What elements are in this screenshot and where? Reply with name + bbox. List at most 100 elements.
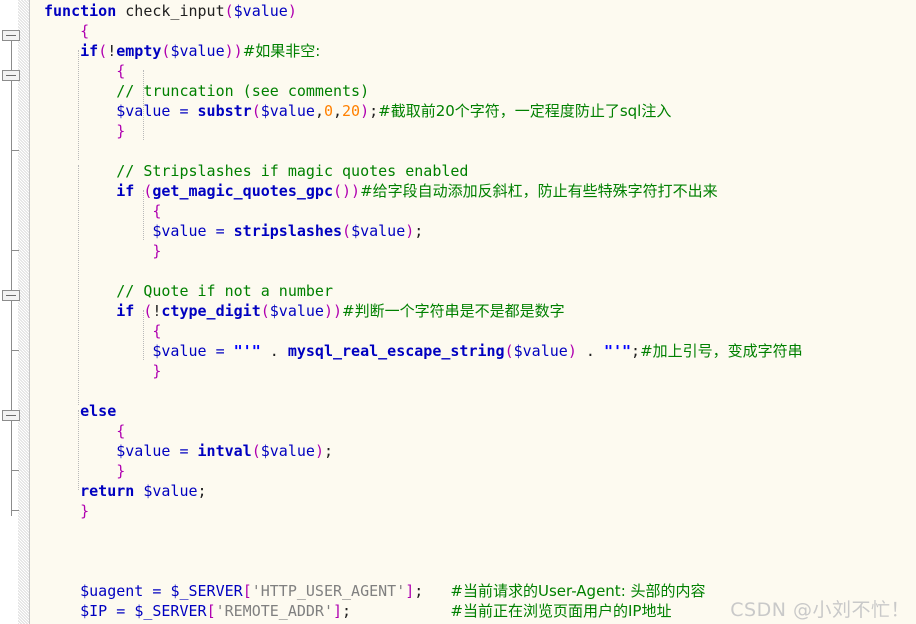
fold-gutter (0, 0, 30, 624)
fold-marker-if-ctype[interactable] (2, 410, 20, 421)
code-line: } (30, 241, 916, 261)
token-comment-cn: #加上引号，变成字符串 (640, 342, 803, 360)
token-comment: // truncation (see comments) (44, 82, 370, 100)
fold-spine (11, 356, 12, 416)
token-variable-assign: $value = (44, 222, 234, 240)
token-comma: , (314, 102, 324, 120)
code-line: $value = stripslashes($value); (30, 221, 916, 241)
token-keyword-if: if (44, 302, 144, 320)
token-bracket: [ (206, 602, 216, 620)
token-string: "'" (603, 342, 632, 360)
code-line: $value = substr($value,0,20);#截取前20个字符，一… (30, 101, 916, 121)
code-line: { (30, 321, 916, 341)
token-concat: . (260, 342, 288, 360)
token-function-name: check_input (116, 2, 225, 20)
token-bracket: ] (333, 602, 343, 620)
token-paren: ) (287, 2, 297, 20)
code-line: } (30, 121, 916, 141)
code-line: if (get_magic_quotes_gpc())#给字段自动添加反斜杠，防… (30, 181, 916, 201)
code-line: // Stripslashes if magic quotes enabled (30, 161, 916, 181)
code-line: $IP = $_SERVER['REMOTE_ADDR']; #当前正在浏览页面… (30, 601, 916, 621)
code-line: else (30, 401, 916, 421)
fold-end-tick (11, 510, 19, 511)
code-line: { (30, 201, 916, 221)
code-line: { (30, 421, 916, 441)
fold-end-tick (11, 410, 19, 411)
token-paren: ) (567, 342, 577, 360)
token-semicolon: ; (323, 442, 333, 460)
fold-spine (11, 76, 12, 156)
token-function-ctype-digit: ctype_digit (161, 302, 261, 320)
code-line: { (30, 21, 916, 41)
code-line: } (30, 461, 916, 481)
code-line: $value = intval($value); (30, 441, 916, 461)
token-variable: $value (351, 222, 406, 240)
gutter-hatch-band (18, 0, 29, 624)
token-paren: ()) (333, 182, 361, 200)
token-variable: $value (260, 442, 315, 460)
token-comment: // Stripslashes if magic quotes enabled (44, 162, 469, 180)
token-comment-cn: #给字段自动添加反斜杠，防止有些特殊字符打不出来 (360, 182, 718, 200)
token-comment-cn: #当前请求的User-Agent: 头部的内容 (450, 582, 706, 600)
code-lines: function check_input($value) { if(!empty… (30, 0, 916, 621)
token-bracket: [ (242, 582, 252, 600)
token-semicolon: ; (342, 602, 352, 620)
code-line: $value = "'" . mysql_real_escape_string(… (30, 341, 916, 361)
code-line: } (30, 361, 916, 381)
token-paren: ) (314, 442, 324, 460)
token-variable-assign: $value = (44, 102, 198, 120)
fold-marker-if-empty[interactable] (2, 70, 20, 81)
token-number: 20 (342, 102, 361, 120)
fold-spine (11, 416, 12, 516)
token-keyword-else: else (44, 402, 117, 420)
token-variable-assign: $uagent = (44, 582, 171, 600)
code-text-area[interactable]: function check_input($value) { if(!empty… (30, 0, 916, 624)
token-variable-assign: $value = (44, 442, 198, 460)
token-comment: // Quote if not a number (44, 282, 333, 300)
token-semicolon: ; (197, 482, 207, 500)
fold-end-tick (11, 250, 19, 251)
code-editor-window: function check_input($value) { if(!empty… (0, 0, 916, 624)
fold-end-tick (11, 150, 19, 151)
code-line: function check_input($value) (30, 1, 916, 21)
fold-marker-if-magic[interactable] (2, 290, 20, 301)
token-variable: $value (233, 2, 288, 20)
token-string: "'" (233, 342, 261, 360)
token-bracket: ] (405, 582, 415, 600)
token-paren: ( (98, 42, 108, 60)
token-number: 0 (323, 102, 333, 120)
fold-end-tick (11, 350, 19, 351)
token-semicolon: ; (414, 222, 424, 240)
token-paren: ) (405, 222, 415, 240)
token-comment-cn: #当前正在浏览页面用户的IP地址 (450, 602, 672, 620)
token-keyword-return: return (44, 482, 135, 500)
token-brace: { (44, 22, 90, 40)
token-paren: ( (251, 102, 261, 120)
token-paren: ) (360, 102, 370, 120)
token-variable: $value (134, 482, 198, 500)
token-brace: { (44, 322, 162, 340)
token-paren: ( (342, 222, 352, 240)
token-brace: } (44, 462, 126, 480)
code-line: // truncation (see comments) (30, 81, 916, 101)
token-brace: } (44, 502, 90, 520)
token-function-empty: empty (116, 42, 162, 60)
token-superglobal-server: $_SERVER (170, 582, 243, 600)
token-keyword-function: function (44, 2, 117, 20)
token-semicolon: ; (631, 342, 641, 360)
token-variable: $value (260, 102, 315, 120)
token-keyword-if: if (44, 182, 144, 200)
token-paren: ( (251, 442, 261, 460)
fold-marker-function[interactable] (2, 30, 20, 41)
token-comment-cn: #判断一个字符串是不是都是数字 (342, 302, 565, 320)
token-paren: )) (323, 302, 343, 320)
token-brace: { (44, 422, 126, 440)
token-variable: $value (513, 342, 568, 360)
